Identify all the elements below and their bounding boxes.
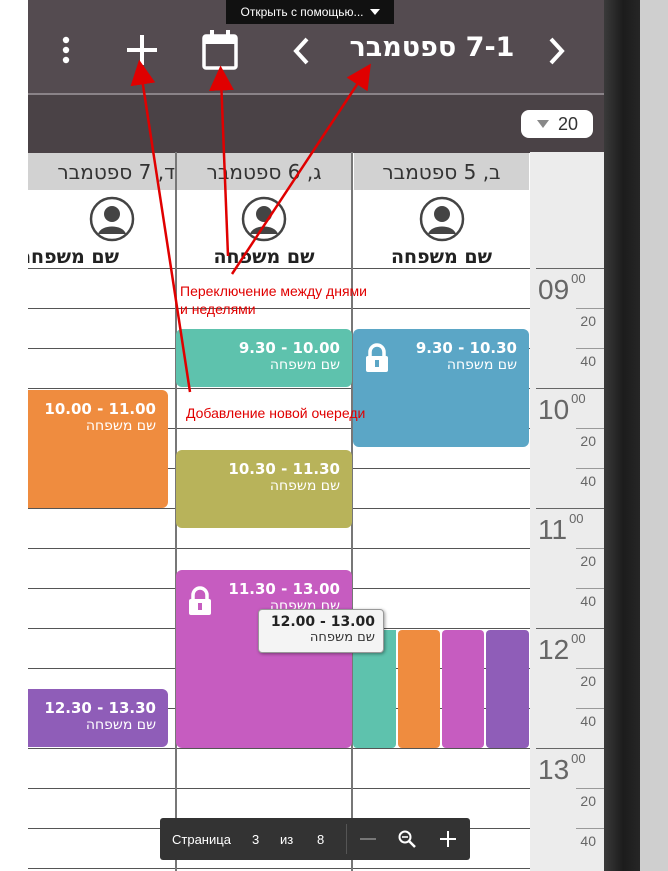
annotation-arrows <box>130 59 371 393</box>
annotation-line: и неделями <box>180 301 256 317</box>
annotation-arrow <box>230 63 371 275</box>
annotation-arrow <box>130 59 192 393</box>
annotation-switch-days-weeks: Переключение между днями и неделями <box>180 282 367 318</box>
annotation-add-appointment: Добавление новой очереди <box>186 405 366 421</box>
annotation-arrow <box>209 65 234 257</box>
annotation-line: Переключение между днями <box>180 283 367 299</box>
